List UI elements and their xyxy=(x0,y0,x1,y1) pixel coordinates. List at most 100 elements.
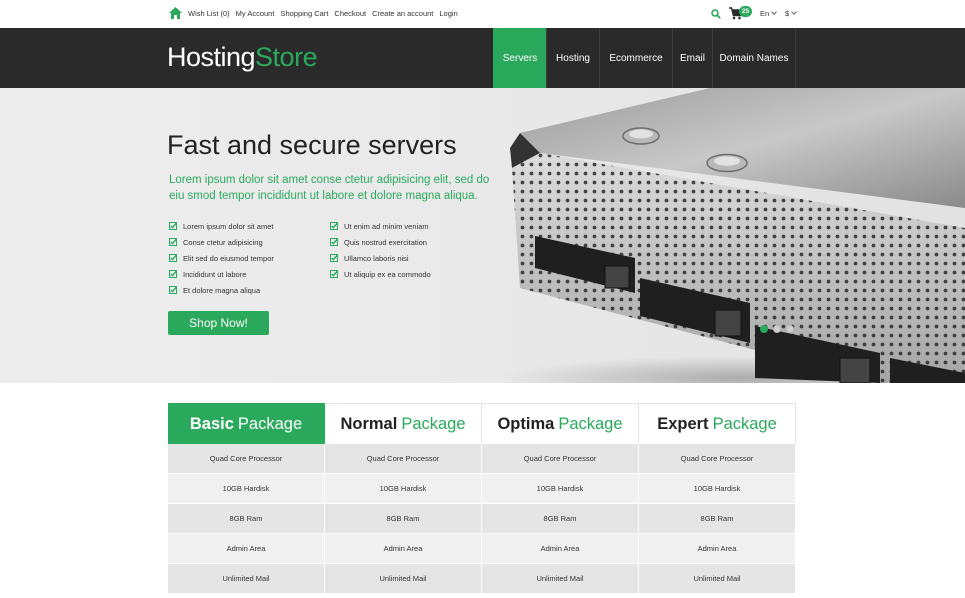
check-icon xyxy=(330,254,338,262)
table-row: Admin Area Admin Area Admin Area Admin A… xyxy=(168,534,796,564)
account-links: Wish List (0) My Account Shopping Cart C… xyxy=(188,9,458,18)
main-header: HostingStore Servers Hosting Ecommerce E… xyxy=(0,28,965,88)
my-account-link[interactable]: My Account xyxy=(236,9,275,18)
hero-slider: Fast and secure servers Lorem ipsum dolo… xyxy=(0,88,965,383)
search-icon[interactable] xyxy=(711,9,721,19)
table-cell: Admin Area xyxy=(482,534,639,564)
package-suffix: Package xyxy=(237,414,303,433)
feature-text: Elit sed do eiusmod tempor xyxy=(183,253,274,263)
list-item: Incididunt ut labore xyxy=(169,266,330,282)
list-item: Conse ctetur adipisicing xyxy=(169,234,330,250)
table-cell: 10GB Hardisk xyxy=(325,474,482,504)
nav-item-servers[interactable]: Servers xyxy=(493,28,546,88)
table-cell: Quad Core Processor xyxy=(325,444,482,474)
table-cell: 8GB Ram xyxy=(325,504,482,534)
currency-value: $ xyxy=(785,9,790,18)
shopping-cart-link[interactable]: Shopping Cart xyxy=(280,9,328,18)
list-item: Ut aliquip ex ea commodo xyxy=(330,266,491,282)
table-cell: 10GB Hardisk xyxy=(639,474,796,504)
package-name: Expert xyxy=(657,414,709,433)
nav-item-hosting[interactable]: Hosting xyxy=(546,28,599,88)
table-row: 10GB Hardisk 10GB Hardisk 10GB Hardisk 1… xyxy=(168,474,796,504)
table-cell: Unlimited Mail xyxy=(639,564,796,594)
table-cell: 8GB Ram xyxy=(168,504,325,534)
currency-select[interactable]: $ xyxy=(785,9,798,18)
check-icon xyxy=(169,270,177,278)
package-name: Optima xyxy=(497,414,555,433)
server-image xyxy=(500,88,965,383)
hero-title: Fast and secure servers xyxy=(167,130,457,160)
feature-text: Conse ctetur adipisicing xyxy=(183,237,263,247)
list-item: Quis nostrud exercitation xyxy=(330,234,491,250)
package-tab-basic[interactable]: Basic Package xyxy=(168,403,325,444)
slider-dot-1[interactable] xyxy=(760,325,768,333)
home-icon[interactable] xyxy=(169,7,182,19)
nav-item-email[interactable]: Email xyxy=(672,28,712,88)
feature-text: Lorem ipsum dolor sit amet xyxy=(183,221,274,231)
feature-text: Ut aliquip ex ea commodo xyxy=(344,269,431,279)
nav-item-ecommerce[interactable]: Ecommerce xyxy=(599,28,672,88)
table-row: Quad Core Processor Quad Core Processor … xyxy=(168,444,796,474)
table-cell: Admin Area xyxy=(325,534,482,564)
package-tab-optima[interactable]: Optima Package xyxy=(482,403,639,444)
login-link[interactable]: Login xyxy=(439,9,457,18)
logo-text-hosting: Hosting xyxy=(167,42,256,72)
feature-text: Ullamco laboris nisi xyxy=(344,253,409,263)
language-value: En xyxy=(760,9,770,18)
table-cell: 8GB Ram xyxy=(482,504,639,534)
table-row: 8GB Ram 8GB Ram 8GB Ram 8GB Ram xyxy=(168,504,796,534)
table-cell: Admin Area xyxy=(639,534,796,564)
check-icon xyxy=(169,238,177,246)
feature-list-left: Lorem ipsum dolor sit amet Conse ctetur … xyxy=(169,218,330,298)
check-icon xyxy=(169,286,177,294)
feature-list-right: Ut enim ad minim veniam Quis nostrud exe… xyxy=(330,218,491,298)
table-cell: Quad Core Processor xyxy=(168,444,325,474)
chevron-down-icon xyxy=(791,9,798,15)
package-tab-expert[interactable]: Expert Package xyxy=(639,403,796,444)
checkout-link[interactable]: Checkout xyxy=(334,9,366,18)
list-item: Et dolore magna aliqua xyxy=(169,282,330,298)
slider-dot-3[interactable] xyxy=(786,325,794,333)
check-icon xyxy=(169,254,177,262)
list-item: Lorem ipsum dolor sit amet xyxy=(169,218,330,234)
feature-text: Incididunt ut labore xyxy=(183,269,247,279)
feature-text: Quis nostrud exercitation xyxy=(344,237,427,247)
hero-subtitle: Lorem ipsum dolor sit amet conse ctetur … xyxy=(169,174,490,202)
cart-count-badge: 25 xyxy=(739,6,752,17)
feature-text: Ut enim ad minim veniam xyxy=(344,221,429,231)
site-logo[interactable]: HostingStore xyxy=(167,41,318,73)
package-name: Normal xyxy=(340,414,398,433)
package-suffix: Package xyxy=(558,414,623,433)
package-suffix: Package xyxy=(712,414,777,433)
slider-pagination xyxy=(760,325,794,333)
wishlist-link[interactable]: Wish List (0) xyxy=(188,9,230,18)
check-icon xyxy=(169,222,177,230)
table-cell: 10GB Hardisk xyxy=(482,474,639,504)
list-item: Ut enim ad minim veniam xyxy=(330,218,491,234)
table-cell: 8GB Ram xyxy=(639,504,796,534)
package-name: Basic xyxy=(189,414,234,433)
package-tab-normal[interactable]: Normal Package xyxy=(325,403,482,444)
slider-dot-2[interactable] xyxy=(773,325,781,333)
table-row: Unlimited Mail Unlimited Mail Unlimited … xyxy=(168,564,796,594)
language-select[interactable]: En xyxy=(760,9,778,18)
feature-text: Et dolore magna aliqua xyxy=(183,285,261,295)
top-bar: Wish List (0) My Account Shopping Cart C… xyxy=(0,0,965,28)
list-item: Ullamco laboris nisi xyxy=(330,250,491,266)
main-nav: Servers Hosting Ecommerce Email Domain N… xyxy=(493,28,796,88)
check-icon xyxy=(330,238,338,246)
package-suffix: Package xyxy=(401,414,466,433)
table-cell: Unlimited Mail xyxy=(168,564,325,594)
table-cell: Quad Core Processor xyxy=(482,444,639,474)
chevron-down-icon xyxy=(771,9,778,15)
table-cell: Quad Core Processor xyxy=(639,444,796,474)
nav-item-domain-names[interactable]: Domain Names xyxy=(712,28,796,88)
pricing-table: Basic Package Normal Package Optima Package… xyxy=(168,403,796,594)
shop-now-button[interactable]: Shop Now! xyxy=(168,311,269,335)
table-cell: Unlimited Mail xyxy=(482,564,639,594)
logo-text-store: Store xyxy=(255,42,318,72)
table-cell: 10GB Hardisk xyxy=(168,474,325,504)
list-item: Elit sed do eiusmod tempor xyxy=(169,250,330,266)
table-cell: Unlimited Mail xyxy=(325,564,482,594)
create-account-link[interactable]: Create an account xyxy=(372,9,433,18)
